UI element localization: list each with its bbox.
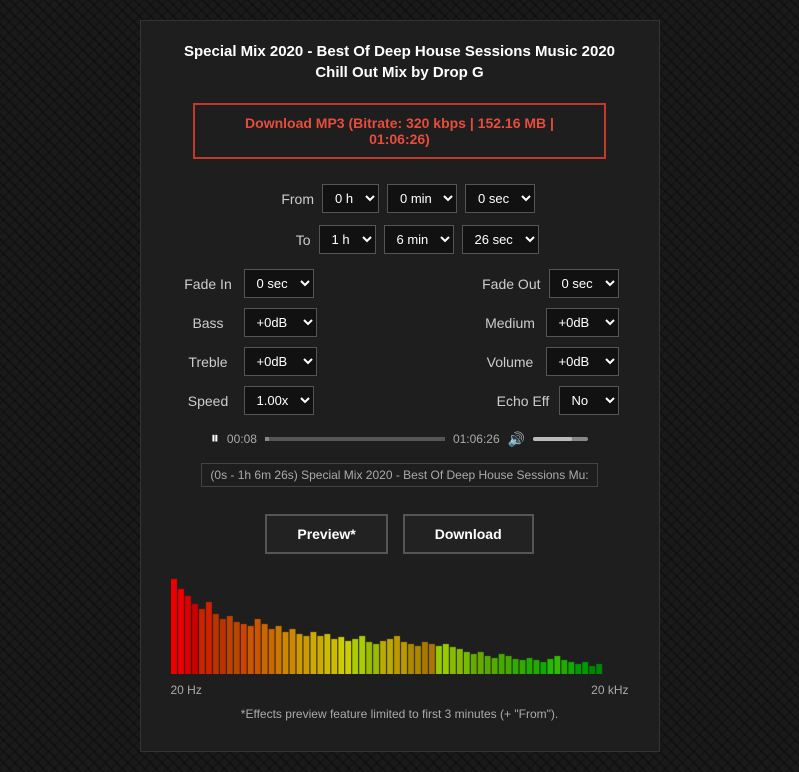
volume-control: Volume -10dB +0dB +3dB bbox=[410, 347, 619, 376]
from-seconds-select[interactable]: 0 sec bbox=[465, 184, 535, 213]
to-minutes-select[interactable]: 6 min bbox=[384, 225, 454, 254]
spectrum-low-label: 20 Hz bbox=[171, 683, 202, 697]
main-container: Special Mix 2020 - Best Of Deep House Se… bbox=[140, 20, 660, 752]
current-time: 00:08 bbox=[227, 432, 257, 446]
bass-control: Bass -10dB -6dB -3dB +0dB +3dB +6dB bbox=[181, 308, 390, 337]
medium-control: Medium -10dB +0dB +3dB bbox=[410, 308, 619, 337]
from-label: From bbox=[264, 191, 314, 207]
volume-select[interactable]: -10dB +0dB +3dB bbox=[546, 347, 619, 376]
to-label: To bbox=[261, 232, 311, 248]
echo-eff-label: Echo Eff bbox=[496, 393, 551, 409]
download-mp3-button[interactable]: Download MP3 (Bitrate: 320 kbps | 152.16… bbox=[193, 103, 605, 159]
preview-button[interactable]: Preview* bbox=[265, 514, 387, 554]
to-row: To 1 h 6 min 26 sec bbox=[171, 225, 629, 254]
progress-fill bbox=[265, 437, 269, 441]
speed-select[interactable]: 0.50x 0.75x 1.00x 1.25x 1.50x 2.00x bbox=[244, 386, 314, 415]
action-buttons: Preview* Download bbox=[171, 514, 629, 554]
treble-label: Treble bbox=[181, 354, 236, 370]
spectrum-visualizer: 20 Hz 20 kHz bbox=[171, 574, 629, 697]
fade-out-label: Fade Out bbox=[482, 276, 540, 292]
bass-label: Bass bbox=[181, 315, 236, 331]
fade-out-control: Fade Out 0 sec 1 sec 2 sec bbox=[410, 269, 619, 298]
volume-label: Volume bbox=[483, 354, 538, 370]
controls-grid: Fade In 0 sec 1 sec 2 sec 3 sec Fade Out… bbox=[171, 269, 629, 415]
volume-icon: 🔊 bbox=[508, 431, 525, 448]
to-seconds-select[interactable]: 26 sec bbox=[462, 225, 539, 254]
play-pause-button[interactable]: ⏸ bbox=[211, 430, 219, 448]
speed-label: Speed bbox=[181, 393, 236, 409]
progress-bar[interactable] bbox=[265, 437, 445, 441]
spectrum-labels: 20 Hz 20 kHz bbox=[171, 683, 629, 697]
from-hours-select[interactable]: 0 h bbox=[322, 184, 379, 213]
from-row: From 0 h 0 min 0 sec bbox=[171, 184, 629, 213]
track-info: (0s - 1h 6m 26s) Special Mix 2020 - Best… bbox=[201, 463, 597, 487]
spectrum-canvas bbox=[171, 574, 629, 674]
fade-in-select[interactable]: 0 sec 1 sec 2 sec 3 sec bbox=[244, 269, 314, 298]
echo-eff-control: Echo Eff No Yes bbox=[410, 386, 619, 415]
medium-select[interactable]: -10dB +0dB +3dB bbox=[546, 308, 619, 337]
medium-label: Medium bbox=[483, 315, 538, 331]
from-minutes-select[interactable]: 0 min bbox=[387, 184, 457, 213]
speed-control: Speed 0.50x 0.75x 1.00x 1.25x 1.50x 2.00… bbox=[181, 386, 390, 415]
download-button[interactable]: Download bbox=[403, 514, 534, 554]
volume-slider[interactable] bbox=[533, 437, 588, 441]
fade-in-control: Fade In 0 sec 1 sec 2 sec 3 sec bbox=[181, 269, 390, 298]
fade-out-select[interactable]: 0 sec 1 sec 2 sec bbox=[549, 269, 619, 298]
treble-select[interactable]: -10dB +0dB +3dB bbox=[244, 347, 317, 376]
fade-in-label: Fade In bbox=[181, 276, 236, 292]
to-hours-select[interactable]: 1 h bbox=[319, 225, 376, 254]
treble-control: Treble -10dB +0dB +3dB bbox=[181, 347, 390, 376]
bass-select[interactable]: -10dB -6dB -3dB +0dB +3dB +6dB bbox=[244, 308, 317, 337]
volume-fill bbox=[533, 437, 572, 441]
audio-player: ⏸ 00:08 01:06:26 🔊 bbox=[171, 430, 629, 448]
spectrum-high-label: 20 kHz bbox=[591, 683, 628, 697]
page-title: Special Mix 2020 - Best Of Deep House Se… bbox=[171, 41, 629, 83]
echo-eff-select[interactable]: No Yes bbox=[559, 386, 619, 415]
footer-note: *Effects preview feature limited to firs… bbox=[171, 707, 629, 721]
total-time: 01:06:26 bbox=[453, 432, 500, 446]
